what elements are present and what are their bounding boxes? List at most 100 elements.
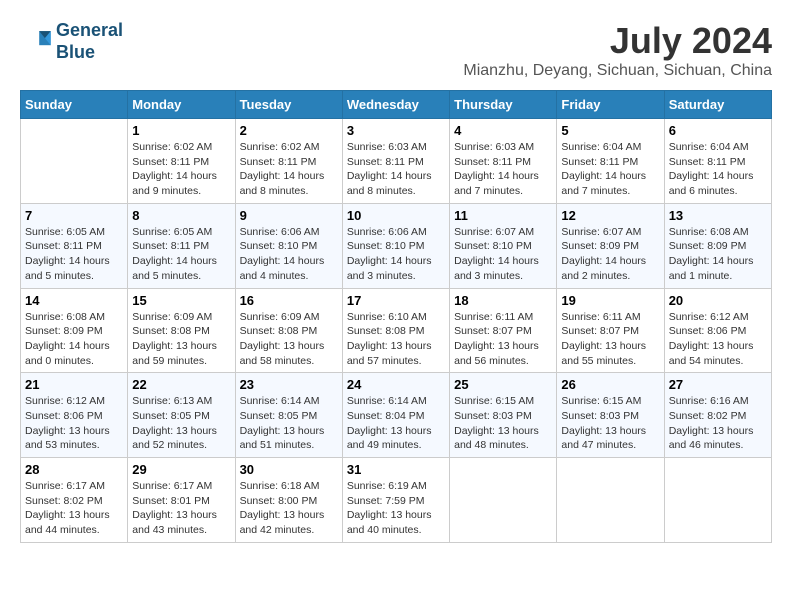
day-info: Sunrise: 6:07 AMSunset: 8:10 PMDaylight:… — [454, 225, 552, 284]
day-info: Sunrise: 6:17 AMSunset: 8:02 PMDaylight:… — [25, 479, 123, 538]
day-info: Sunrise: 6:15 AMSunset: 8:03 PMDaylight:… — [561, 394, 659, 453]
day-info: Sunrise: 6:02 AMSunset: 8:11 PMDaylight:… — [132, 140, 230, 199]
col-header-thursday: Thursday — [450, 91, 557, 119]
calendar-cell: 17 Sunrise: 6:10 AMSunset: 8:08 PMDayligh… — [342, 288, 449, 373]
day-number: 31 — [347, 462, 445, 477]
calendar-cell: 31 Sunrise: 6:19 AMSunset: 7:59 PMDayligh… — [342, 458, 449, 543]
day-info: Sunrise: 6:19 AMSunset: 7:59 PMDaylight:… — [347, 479, 445, 538]
calendar-cell: 23 Sunrise: 6:14 AMSunset: 8:05 PMDayligh… — [235, 373, 342, 458]
day-info: Sunrise: 6:05 AMSunset: 8:11 PMDaylight:… — [25, 225, 123, 284]
day-info: Sunrise: 6:09 AMSunset: 8:08 PMDaylight:… — [240, 310, 338, 369]
day-number: 4 — [454, 123, 552, 138]
day-number: 17 — [347, 293, 445, 308]
calendar-cell: 20 Sunrise: 6:12 AMSunset: 8:06 PMDayligh… — [664, 288, 771, 373]
day-number: 5 — [561, 123, 659, 138]
day-number: 23 — [240, 377, 338, 392]
col-header-saturday: Saturday — [664, 91, 771, 119]
calendar-cell: 26 Sunrise: 6:15 AMSunset: 8:03 PMDayligh… — [557, 373, 664, 458]
calendar-cell: 24Sunrise: 6:14 AMSunset: 8:04 PMDayligh… — [342, 373, 449, 458]
day-number: 26 — [561, 377, 659, 392]
day-info: Sunrise: 6:07 AMSunset: 8:09 PMDaylight:… — [561, 225, 659, 284]
calendar-header-row: SundayMondayTuesdayWednesdayThursdayFrid… — [21, 91, 772, 119]
calendar-cell: 18 Sunrise: 6:11 AMSunset: 8:07 PMDayligh… — [450, 288, 557, 373]
day-number: 16 — [240, 293, 338, 308]
calendar-cell: 10 Sunrise: 6:06 AMSunset: 8:10 PMDayligh… — [342, 203, 449, 288]
day-info: Sunrise: 6:04 AMSunset: 8:11 PMDaylight:… — [669, 140, 767, 199]
day-info: Sunrise: 6:12 AMSunset: 8:06 PMDaylight:… — [25, 394, 123, 453]
week-row-2: 7Sunrise: 6:05 AMSunset: 8:11 PMDaylight… — [21, 203, 772, 288]
day-info: Sunrise: 6:11 AMSunset: 8:07 PMDaylight:… — [561, 310, 659, 369]
calendar-cell: 3 Sunrise: 6:03 AMSunset: 8:11 PMDaylight… — [342, 119, 449, 204]
day-number: 15 — [132, 293, 230, 308]
day-number: 18 — [454, 293, 552, 308]
col-header-monday: Monday — [128, 91, 235, 119]
calendar-cell: 25Sunrise: 6:15 AMSunset: 8:03 PMDayligh… — [450, 373, 557, 458]
calendar-cell: 13 Sunrise: 6:08 AMSunset: 8:09 PMDayligh… — [664, 203, 771, 288]
month-year: July 2024 — [463, 20, 772, 62]
calendar-cell: 6 Sunrise: 6:04 AMSunset: 8:11 PMDaylight… — [664, 119, 771, 204]
title-block: July 2024 Mianzhu, Deyang, Sichuan, Sich… — [463, 20, 772, 80]
week-row-4: 21 Sunrise: 6:12 AMSunset: 8:06 PMDayligh… — [21, 373, 772, 458]
day-info: Sunrise: 6:03 AMSunset: 8:11 PMDaylight:… — [454, 140, 552, 199]
calendar-cell: 27Sunrise: 6:16 AMSunset: 8:02 PMDayligh… — [664, 373, 771, 458]
day-info: Sunrise: 6:15 AMSunset: 8:03 PMDaylight:… — [454, 394, 552, 453]
calendar-cell: 15 Sunrise: 6:09 AMSunset: 8:08 PMDayligh… — [128, 288, 235, 373]
calendar-cell — [557, 458, 664, 543]
day-number: 13 — [669, 208, 767, 223]
calendar-cell: 28 Sunrise: 6:17 AMSunset: 8:02 PMDayligh… — [21, 458, 128, 543]
day-info: Sunrise: 6:09 AMSunset: 8:08 PMDaylight:… — [132, 310, 230, 369]
day-number: 2 — [240, 123, 338, 138]
page-header: General Blue July 2024 Mianzhu, Deyang, … — [20, 20, 772, 80]
day-number: 20 — [669, 293, 767, 308]
calendar-cell: 5Sunrise: 6:04 AMSunset: 8:11 PMDaylight… — [557, 119, 664, 204]
calendar-cell: 16 Sunrise: 6:09 AMSunset: 8:08 PMDayligh… — [235, 288, 342, 373]
logo-text: General Blue — [56, 20, 123, 63]
calendar-cell: 14 Sunrise: 6:08 AMSunset: 8:09 PMDayligh… — [21, 288, 128, 373]
day-info: Sunrise: 6:06 AMSunset: 8:10 PMDaylight:… — [240, 225, 338, 284]
day-number: 28 — [25, 462, 123, 477]
day-info: Sunrise: 6:03 AMSunset: 8:11 PMDaylight:… — [347, 140, 445, 199]
calendar-table: SundayMondayTuesdayWednesdayThursdayFrid… — [20, 90, 772, 543]
day-number: 29 — [132, 462, 230, 477]
day-info: Sunrise: 6:05 AMSunset: 8:11 PMDaylight:… — [132, 225, 230, 284]
calendar-cell: 29 Sunrise: 6:17 AMSunset: 8:01 PMDayligh… — [128, 458, 235, 543]
day-number: 14 — [25, 293, 123, 308]
calendar-cell — [450, 458, 557, 543]
location: Mianzhu, Deyang, Sichuan, Sichuan, China — [463, 62, 772, 80]
day-info: Sunrise: 6:12 AMSunset: 8:06 PMDaylight:… — [669, 310, 767, 369]
day-number: 10 — [347, 208, 445, 223]
day-info: Sunrise: 6:14 AMSunset: 8:05 PMDaylight:… — [240, 394, 338, 453]
day-info: Sunrise: 6:16 AMSunset: 8:02 PMDaylight:… — [669, 394, 767, 453]
day-info: Sunrise: 6:08 AMSunset: 8:09 PMDaylight:… — [669, 225, 767, 284]
day-number: 22 — [132, 377, 230, 392]
week-row-1: 1 Sunrise: 6:02 AMSunset: 8:11 PMDaylight… — [21, 119, 772, 204]
calendar-cell: 2 Sunrise: 6:02 AMSunset: 8:11 PMDaylight… — [235, 119, 342, 204]
calendar-cell: 11 Sunrise: 6:07 AMSunset: 8:10 PMDayligh… — [450, 203, 557, 288]
week-row-5: 28 Sunrise: 6:17 AMSunset: 8:02 PMDayligh… — [21, 458, 772, 543]
calendar-cell: 1 Sunrise: 6:02 AMSunset: 8:11 PMDaylight… — [128, 119, 235, 204]
calendar-cell: 4 Sunrise: 6:03 AMSunset: 8:11 PMDaylight… — [450, 119, 557, 204]
day-number: 6 — [669, 123, 767, 138]
day-number: 12 — [561, 208, 659, 223]
day-info: Sunrise: 6:14 AMSunset: 8:04 PMDaylight:… — [347, 394, 445, 453]
calendar-cell — [664, 458, 771, 543]
day-number: 3 — [347, 123, 445, 138]
calendar-cell: 22Sunrise: 6:13 AMSunset: 8:05 PMDayligh… — [128, 373, 235, 458]
day-number: 21 — [25, 377, 123, 392]
day-info: Sunrise: 6:10 AMSunset: 8:08 PMDaylight:… — [347, 310, 445, 369]
col-header-sunday: Sunday — [21, 91, 128, 119]
col-header-tuesday: Tuesday — [235, 91, 342, 119]
day-info: Sunrise: 6:11 AMSunset: 8:07 PMDaylight:… — [454, 310, 552, 369]
day-info: Sunrise: 6:02 AMSunset: 8:11 PMDaylight:… — [240, 140, 338, 199]
day-number: 9 — [240, 208, 338, 223]
calendar-cell: 9 Sunrise: 6:06 AMSunset: 8:10 PMDaylight… — [235, 203, 342, 288]
day-info: Sunrise: 6:17 AMSunset: 8:01 PMDaylight:… — [132, 479, 230, 538]
day-number: 1 — [132, 123, 230, 138]
day-info: Sunrise: 6:18 AMSunset: 8:00 PMDaylight:… — [240, 479, 338, 538]
calendar-cell: 12 Sunrise: 6:07 AMSunset: 8:09 PMDayligh… — [557, 203, 664, 288]
day-info: Sunrise: 6:06 AMSunset: 8:10 PMDaylight:… — [347, 225, 445, 284]
day-info: Sunrise: 6:08 AMSunset: 8:09 PMDaylight:… — [25, 310, 123, 369]
day-number: 11 — [454, 208, 552, 223]
day-number: 30 — [240, 462, 338, 477]
calendar-cell: 7Sunrise: 6:05 AMSunset: 8:11 PMDaylight… — [21, 203, 128, 288]
